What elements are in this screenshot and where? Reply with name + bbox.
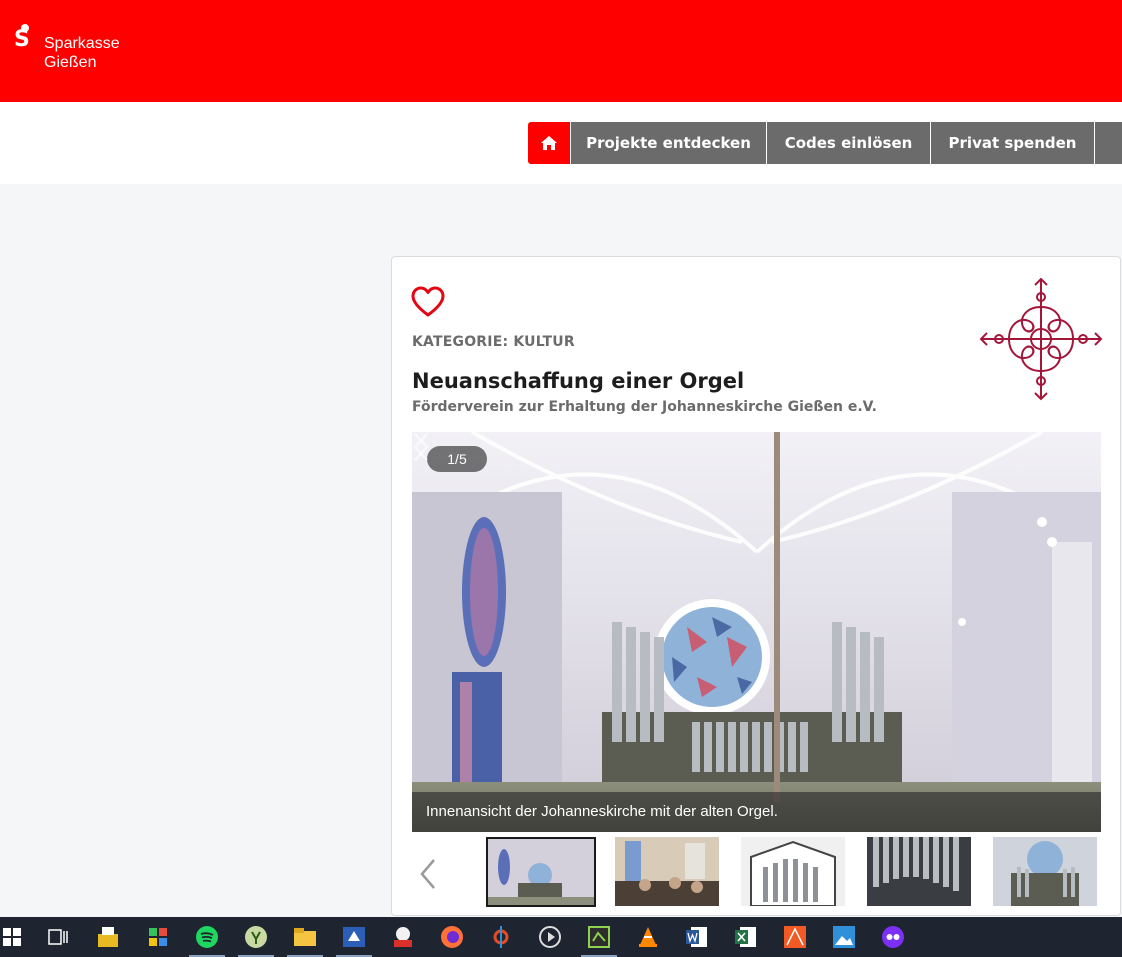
- heart-icon[interactable]: [411, 286, 445, 318]
- sparkasse-logo[interactable]: S Sparkasse Gießen: [14, 24, 120, 72]
- thumbnail-2[interactable]: [615, 837, 719, 906]
- thumbnail-4[interactable]: [867, 837, 971, 906]
- slide-counter: 1/5: [427, 446, 487, 472]
- home-icon: [541, 136, 557, 150]
- project-card: KATEGORIE: KULTUR Neuanschaffung einer O…: [391, 256, 1121, 916]
- app-green-icon[interactable]: [244, 925, 268, 949]
- site-header: S Sparkasse Gießen: [0, 0, 1122, 102]
- fax-icon[interactable]: [96, 925, 120, 949]
- scanner-icon[interactable]: [342, 925, 366, 949]
- orange-app-icon[interactable]: [783, 925, 807, 949]
- word-icon[interactable]: [685, 925, 709, 949]
- organization-emblem-icon: [979, 277, 1103, 401]
- tool-icon[interactable]: [489, 925, 513, 949]
- project-title: Neuanschaffung einer Orgel: [412, 369, 745, 393]
- firefox-icon[interactable]: [440, 925, 464, 949]
- thumbnail-prev-arrow-icon[interactable]: [418, 857, 438, 891]
- project-category: KATEGORIE: KULTUR: [412, 334, 575, 350]
- home-button[interactable]: [528, 122, 570, 164]
- thumbnail-3[interactable]: [741, 837, 845, 906]
- main-navigation-bar: Projekte entdecken Codes einlösen Privat…: [0, 102, 1122, 184]
- nav-item-cut-off[interactable]: [1095, 122, 1122, 164]
- main-nav: Projekte entdecken Codes einlösen Privat…: [528, 122, 1122, 164]
- excel-icon[interactable]: [734, 925, 758, 949]
- media-player-icon[interactable]: [538, 925, 562, 949]
- thumbnail-strip: [412, 837, 1101, 909]
- task-view-icon[interactable]: [46, 925, 70, 949]
- spotify-icon[interactable]: [195, 925, 219, 949]
- slider-next-arrow-icon[interactable]: [412, 432, 430, 462]
- purple-app-icon[interactable]: [881, 925, 905, 949]
- slide-caption: Innenansicht der Johanneskirche mit der …: [412, 792, 1101, 832]
- brand-line-1: Sparkasse: [44, 35, 120, 52]
- windows-taskbar: [0, 917, 1122, 957]
- church-interior-image: [412, 432, 1101, 832]
- project-organization[interactable]: Förderverein zur Erhaltung der Johannesk…: [412, 399, 877, 415]
- thumbnail-5[interactable]: [993, 837, 1097, 906]
- windows-start-icon[interactable]: [0, 925, 24, 949]
- image-slider[interactable]: 1/5 Innenansicht der Johanneskirche mit …: [412, 432, 1101, 832]
- nav-codes-einloesen[interactable]: Codes einlösen: [767, 122, 930, 164]
- pdf24-icon[interactable]: [391, 925, 415, 949]
- colorful-app-icon[interactable]: [146, 925, 170, 949]
- file-explorer-icon[interactable]: [293, 925, 317, 949]
- photos-icon[interactable]: [832, 925, 856, 949]
- sparkasse-s-icon: S: [14, 24, 36, 51]
- nav-projekte-entdecken[interactable]: Projekte entdecken: [571, 122, 766, 164]
- nav-privat-spenden[interactable]: Privat spenden: [931, 122, 1094, 164]
- green-app-icon[interactable]: [587, 925, 611, 949]
- vlc-icon[interactable]: [636, 925, 660, 949]
- brand-line-2: Gießen: [44, 54, 97, 71]
- thumbnail-1[interactable]: [486, 837, 596, 907]
